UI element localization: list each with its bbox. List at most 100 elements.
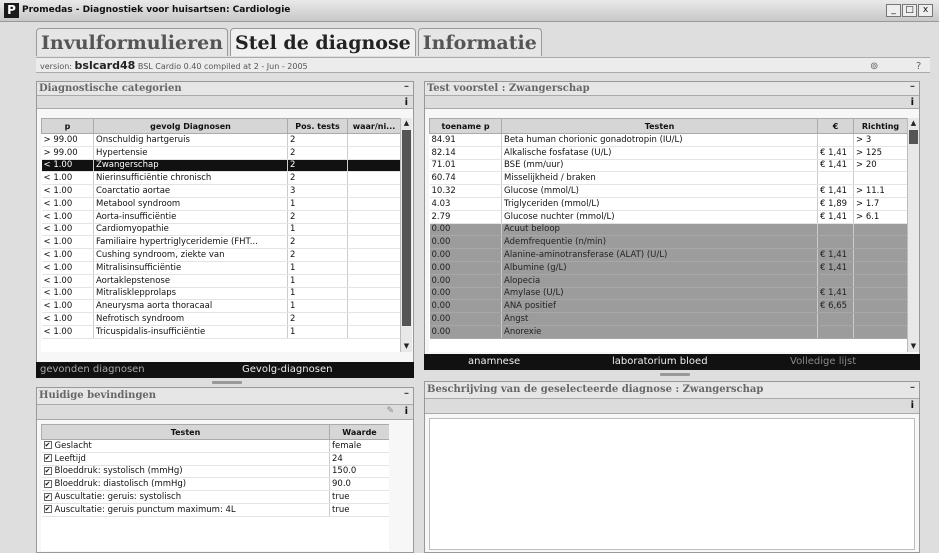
splitter-handle[interactable] xyxy=(212,381,242,384)
tests-info-icon[interactable]: i xyxy=(911,96,914,109)
col-header-pos-tests[interactable]: Pos. tests xyxy=(287,118,348,134)
diagnosis-row[interactable]: < 1.00 Aortaklepstenose 1 xyxy=(41,274,400,288)
diagnosis-row[interactable]: < 1.00 Zwangerschap 2 xyxy=(41,159,400,173)
subtab-gevonden-diagnosen[interactable]: gevonden diagnosen xyxy=(40,362,145,378)
tab-invulformulieren[interactable]: Invulformulieren xyxy=(36,28,228,56)
diagnoses-scrollbar[interactable]: ▲ ▼ xyxy=(400,118,412,352)
test-row[interactable]: 0.00 Angst xyxy=(429,312,907,326)
diagnosis-row[interactable]: > 99.00 Onschuldig hartgeruis 2 xyxy=(41,133,400,147)
test-richting: > 11.1 xyxy=(853,184,907,198)
test-row[interactable]: 82.14 Alkalische fosfatase (U/L) € 1,41 > 1… xyxy=(429,146,907,160)
finding-row[interactable]: ✔ Bloeddruk: diastolisch (mmHg) 90.0 xyxy=(41,477,389,492)
diagnosis-row[interactable]: < 1.00 Coarctatio aortae 3 xyxy=(41,184,400,198)
test-cost xyxy=(817,133,854,147)
diagnosis-row[interactable]: < 1.00 Cushing syndroom, ziekte van 2 xyxy=(41,248,400,262)
col-header-p[interactable]: p xyxy=(41,118,94,134)
test-row[interactable]: 4.03 Triglyceriden (mmol/L) € 1,89 > 1.7 xyxy=(429,197,907,211)
test-name: Angst xyxy=(501,312,818,326)
tab-stel-de-diagnose[interactable]: Stel de diagnose xyxy=(229,28,416,56)
test-row[interactable]: 0.00 Albumine (g/L) € 1,41 xyxy=(429,261,907,275)
description-panel-header: Beschrijving van de geselecteerde diagno… xyxy=(425,382,919,398)
edit-icon[interactable]: ✎ xyxy=(386,405,394,418)
col-header-gevolg-diagnosen[interactable]: gevolg Diagnosen xyxy=(93,118,288,134)
test-row[interactable]: 0.00 Acuut beloop xyxy=(429,223,907,237)
col-header-richting[interactable]: Richting xyxy=(853,118,907,134)
col-header-waarde[interactable]: Waarde xyxy=(329,424,389,440)
finding-row[interactable]: ✔ Auscultatie: geruis: systolisch true xyxy=(41,490,389,504)
test-row[interactable]: 10.32 Glucose (mmol/L) € 1,41 > 11.1 xyxy=(429,184,907,198)
status-icon[interactable]: ⊚ xyxy=(870,59,878,74)
finding-checkbox[interactable]: ✔ xyxy=(43,492,52,501)
description-minimize-button[interactable]: – xyxy=(910,382,915,396)
tests-minimize-button[interactable]: – xyxy=(910,82,915,93)
maximize-window-button[interactable]: □ xyxy=(902,4,917,17)
diagnosis-row[interactable]: < 1.00 Familiaire hypertriglyceridemie (F… xyxy=(41,235,400,250)
findings-info-icon[interactable]: i xyxy=(405,405,408,418)
test-cost: € 1,41 xyxy=(817,261,854,275)
toename-p: 71.01 xyxy=(429,159,502,173)
test-row[interactable]: 2.79 Glucose nuchter (mmol/L) € 1,41 > 6.1 xyxy=(429,210,907,224)
col-header-testen[interactable]: Testen xyxy=(41,424,330,440)
test-row[interactable]: 0.00 Alanine-aminotransferase (ALAT) (U/L… xyxy=(429,248,907,262)
tests-scrollbar[interactable]: ▲ ▼ xyxy=(907,118,919,352)
findings-minimize-button[interactable]: – xyxy=(404,388,409,402)
diagnosis-row[interactable]: < 1.00 Nefrotisch syndroom 2 xyxy=(41,312,400,326)
toename-p: 4.03 xyxy=(429,197,502,211)
waar-niet xyxy=(347,287,400,301)
test-row[interactable]: 84.91 Beta human chorionic gonadotropin (… xyxy=(429,133,907,147)
subtab-anamnese[interactable]: anamnese xyxy=(468,354,520,370)
diagnoses-info-icon[interactable]: i xyxy=(405,96,408,109)
test-row[interactable]: 60.74 Misselijkheid / braken xyxy=(429,171,907,186)
finding-test-cell: ✔ Auscultatie: geruis: systolisch xyxy=(41,490,330,504)
diagnoses-scroll-thumb[interactable] xyxy=(402,130,411,326)
test-name: Anorexie xyxy=(501,325,818,339)
tab-informatie[interactable]: Informatie xyxy=(417,28,542,56)
test-name: ANA positief xyxy=(501,299,818,314)
subtab-laboratorium-bloed[interactable]: laboratorium bloed xyxy=(612,354,708,370)
test-row[interactable]: 0.00 Amylase (U/L) € 1,41 xyxy=(429,287,907,301)
diagnosis-name: Familiaire hypertriglyceridemie (FHT... xyxy=(93,235,288,250)
diagnosis-row[interactable]: < 1.00 Metabool syndroom 1 xyxy=(41,197,400,211)
test-row[interactable]: 71.01 BSE (mm/uur) € 1,41 > 20 xyxy=(429,159,907,173)
col-header-kosten[interactable]: € xyxy=(817,118,854,134)
test-richting xyxy=(853,274,907,288)
diagnosis-row[interactable]: < 1.00 Nierinsufficiëntie chronisch 2 xyxy=(41,171,400,186)
description-info-icon[interactable]: i xyxy=(911,399,914,412)
finding-checkbox[interactable]: ✔ xyxy=(43,441,52,450)
test-row[interactable]: 0.00 ANA positief € 6,65 xyxy=(429,299,907,314)
finding-row[interactable]: ✔ Auscultatie: geruis punctum maximum: 4L… xyxy=(41,503,389,517)
help-icon[interactable]: ? xyxy=(916,59,921,74)
test-row[interactable]: 0.00 Anorexie xyxy=(429,325,907,339)
p-value: < 1.00 xyxy=(41,171,94,186)
diagnosis-row[interactable]: < 1.00 Tricuspidalis-insufficiëntie 1 xyxy=(41,325,400,339)
diagnosis-row[interactable]: < 1.00 Mitralisklepprolaps 1 xyxy=(41,287,400,301)
tests-scroll-thumb[interactable] xyxy=(909,130,918,144)
minimize-window-button[interactable]: _ xyxy=(886,4,901,17)
diagnosis-name: Coarctatio aortae xyxy=(93,184,288,198)
col-header-testen[interactable]: Testen xyxy=(501,118,818,134)
finding-checkbox[interactable]: ✔ xyxy=(43,505,52,514)
tests-table: toename p Testen € Richting 84.91 Beta hu… xyxy=(429,118,907,339)
diagnosis-row[interactable]: > 99.00 Hypertensie 2 xyxy=(41,146,400,160)
subtab-volledige-lijst[interactable]: Volledige lijst xyxy=(790,354,856,370)
close-window-button[interactable]: x xyxy=(918,4,933,17)
p-value: < 1.00 xyxy=(41,159,94,173)
test-row[interactable]: 0.00 Ademfrequentie (n/min) xyxy=(429,235,907,250)
splitter-handle-right[interactable] xyxy=(660,373,690,376)
finding-checkbox[interactable]: ✔ xyxy=(43,466,52,475)
diagnosis-row[interactable]: < 1.00 Aneurysma aorta thoracaal 1 xyxy=(41,299,400,314)
col-header-toename-p[interactable]: toename p xyxy=(429,118,502,134)
finding-test-name: Bloeddruk: diastolisch (mmHg) xyxy=(54,479,187,490)
col-header-waar-niet[interactable]: waar/ni... xyxy=(347,118,400,134)
finding-checkbox[interactable]: ✔ xyxy=(43,479,52,488)
test-row[interactable]: 0.00 Alopecia xyxy=(429,274,907,288)
subtab-gevolg-diagnosen[interactable]: Gevolg-diagnosen xyxy=(242,362,332,378)
finding-row[interactable]: ✔ Geslacht female xyxy=(41,439,389,453)
finding-checkbox[interactable]: ✔ xyxy=(43,454,52,463)
diagnosis-row[interactable]: < 1.00 Aorta-insufficiëntie 2 xyxy=(41,210,400,224)
diagnosis-row[interactable]: < 1.00 Mitralisinsufficiëntie 1 xyxy=(41,261,400,275)
diagnosis-row[interactable]: < 1.00 Cardiomyopathie 1 xyxy=(41,223,400,237)
finding-row[interactable]: ✔ Bloeddruk: systolisch (mmHg) 150.0 xyxy=(41,465,389,479)
finding-row[interactable]: ✔ Leeftijd 24 xyxy=(41,452,389,466)
diagnoses-minimize-button[interactable]: – xyxy=(404,82,409,93)
